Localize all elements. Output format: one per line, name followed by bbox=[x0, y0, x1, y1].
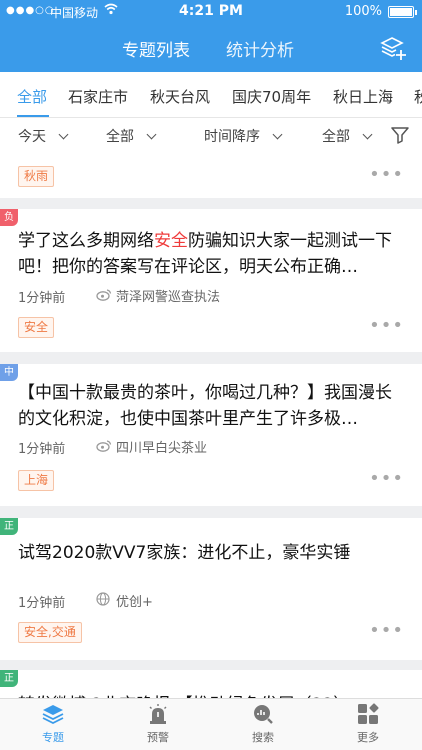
globe-icon bbox=[96, 592, 112, 610]
bottom-tab-bar: 专题 预警 搜索 更多 bbox=[0, 698, 422, 750]
item-title[interactable]: 学了这么多期网络安全防骗知识大家一起测试一下吧！把你的答案写在评论区，明天公布正… bbox=[18, 228, 404, 280]
list-item[interactable]: 负 学了这么多期网络安全防骗知识大家一起测试一下吧！把你的答案写在评论区，明天公… bbox=[0, 209, 422, 352]
date-filter[interactable]: 今天 bbox=[18, 126, 69, 146]
topic-tag[interactable]: 上海 bbox=[18, 470, 55, 491]
bottom-tab-more[interactable]: 更多 bbox=[338, 703, 398, 745]
status-bar: ●●●○○ 中国移动 4:21 PM 100% bbox=[0, 0, 422, 24]
weibo-icon bbox=[96, 439, 112, 456]
chevron-down-icon bbox=[146, 129, 157, 140]
tab-autumn-shanghai[interactable]: 秋日上海 bbox=[333, 86, 393, 107]
item-source[interactable]: 四川早白尖茶业 bbox=[96, 437, 207, 456]
add-topic-icon[interactable] bbox=[380, 36, 408, 62]
item-title[interactable]: 试驾2020款VV7家族：进化不止，豪华实锤 bbox=[18, 540, 404, 566]
tab-more-partial[interactable]: 秋 bbox=[414, 86, 422, 107]
sentiment-badge-neutral: 中 bbox=[0, 364, 18, 381]
battery-icon bbox=[388, 6, 417, 18]
chevron-down-icon bbox=[362, 129, 373, 140]
bottom-tab-label: 搜索 bbox=[252, 731, 274, 744]
scope-filter-label: 全部 bbox=[106, 129, 134, 145]
tab-all[interactable]: 全部 bbox=[17, 86, 47, 107]
item-time: 1分钟前 bbox=[18, 596, 66, 611]
search-icon bbox=[254, 705, 273, 724]
title-keyword-highlight: 安全 bbox=[154, 231, 188, 251]
source-name: 四川早白尖茶业 bbox=[116, 441, 208, 456]
sentiment-badge-positive: 正 bbox=[0, 518, 18, 535]
list-item[interactable]: 秋雨 ••• bbox=[0, 154, 422, 198]
category-tabs: 全部 石家庄市 秋天台风 国庆70周年 秋日上海 秋 bbox=[0, 72, 422, 118]
bottom-tab-topics[interactable]: 专题 bbox=[23, 703, 83, 745]
topic-tag[interactable]: 秋雨 bbox=[18, 166, 55, 187]
battery-percent: 100% bbox=[344, 4, 382, 19]
bottom-tab-label: 专题 bbox=[42, 731, 64, 744]
item-title[interactable]: 【中国十款最贵的茶叶，你喝过几种？】我国漫长的文化积淀，也使中国茶叶里产生了许多… bbox=[18, 380, 404, 432]
date-filter-label: 今天 bbox=[18, 129, 46, 145]
topic-tag[interactable]: 安全,交通 bbox=[18, 622, 82, 643]
more-icon[interactable]: ••• bbox=[369, 620, 404, 641]
tab-autumn-typhoon[interactable]: 秋天台风 bbox=[150, 86, 210, 107]
item-time: 1分钟前 bbox=[18, 442, 66, 457]
tab-national-day[interactable]: 国庆70周年 bbox=[232, 86, 311, 107]
item-source[interactable]: 菏泽网警巡查执法 bbox=[96, 286, 220, 305]
more-icon[interactable]: ••• bbox=[369, 468, 404, 489]
item-time: 1分钟前 bbox=[18, 291, 66, 306]
bottom-tab-label: 预警 bbox=[147, 731, 169, 744]
sentiment-badge-positive: 正 bbox=[0, 670, 18, 687]
header-bar: ●●●○○ 中国移动 4:21 PM 100% 专题列表 统计分析 bbox=[0, 0, 422, 72]
tab-statistics[interactable]: 统计分析 bbox=[226, 36, 294, 61]
bottom-tab-alerts[interactable]: 预警 bbox=[128, 703, 188, 745]
type-filter-label: 全部 bbox=[322, 129, 350, 145]
funnel-icon[interactable] bbox=[390, 126, 410, 144]
weibo-icon bbox=[96, 288, 112, 305]
source-name: 优创+ bbox=[116, 595, 153, 610]
grid-icon bbox=[358, 703, 379, 724]
type-filter[interactable]: 全部 bbox=[322, 126, 373, 146]
sort-filter-label: 时间降序 bbox=[204, 129, 260, 145]
bottom-tab-search[interactable]: 搜索 bbox=[233, 703, 293, 745]
filter-bar: 今天 全部 时间降序 全部 bbox=[0, 118, 422, 154]
more-icon[interactable]: ••• bbox=[369, 315, 404, 336]
tab-topic-list[interactable]: 专题列表 bbox=[122, 36, 190, 61]
layers-icon bbox=[42, 705, 64, 725]
source-name: 菏泽网警巡查执法 bbox=[116, 290, 221, 305]
more-icon[interactable]: ••• bbox=[369, 164, 404, 185]
chevron-down-icon bbox=[272, 129, 283, 140]
alarm-light-icon bbox=[149, 704, 167, 724]
item-source[interactable]: 优创+ bbox=[96, 591, 153, 610]
list-item[interactable]: 中 【中国十款最贵的茶叶，你喝过几种？】我国漫长的文化积淀，也使中国茶叶里产生了… bbox=[0, 364, 422, 506]
chevron-down-icon bbox=[58, 129, 69, 140]
list-item[interactable]: 正 试驾2020款VV7家族：进化不止，豪华实锤 1分钟前 优创+ 安全,交通 … bbox=[0, 518, 422, 660]
topic-tag[interactable]: 安全 bbox=[18, 317, 55, 338]
bottom-tab-label: 更多 bbox=[357, 731, 379, 744]
sentiment-badge-negative: 负 bbox=[0, 209, 18, 226]
sort-filter[interactable]: 时间降序 bbox=[204, 126, 283, 146]
tab-shijiazhuang[interactable]: 石家庄市 bbox=[68, 86, 128, 107]
scope-filter[interactable]: 全部 bbox=[106, 126, 157, 146]
title-text-pre: 学了这么多期网络 bbox=[18, 231, 154, 251]
